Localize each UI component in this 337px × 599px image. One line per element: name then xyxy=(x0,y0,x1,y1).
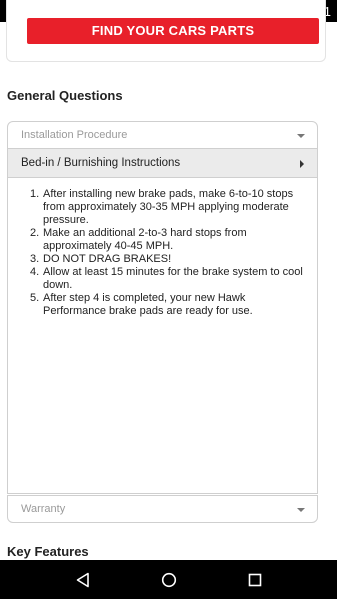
list-item: 2. Make an additional 2-to-3 hard stops f… xyxy=(8,227,305,253)
accordion-bedin-header[interactable]: Bed-in / Burnishing Instructions xyxy=(8,149,317,178)
list-item: 1. After installing new brake pads, make … xyxy=(8,188,305,227)
general-questions-heading: General Questions xyxy=(7,88,123,103)
home-icon[interactable] xyxy=(161,572,177,588)
find-parts-button[interactable]: FIND YOUR CARS PARTS xyxy=(27,18,319,44)
system-nav-bar xyxy=(0,560,337,599)
step-number: 4. xyxy=(30,266,40,278)
step-text: After step 4 is completed, your new Hawk… xyxy=(43,292,253,317)
accordion-installation-procedure[interactable]: Installation Procedure xyxy=(7,121,318,149)
step-text: Allow at least 15 minutes for the brake … xyxy=(43,266,303,291)
recents-icon[interactable] xyxy=(248,573,262,587)
chevron-down-icon xyxy=(297,134,305,138)
accordion-label: Installation Procedure xyxy=(21,129,128,141)
parts-finder-card: FIND YOUR CARS PARTS xyxy=(6,0,326,62)
step-number: 2. xyxy=(30,227,40,239)
accordion-label: Bed-in / Burnishing Instructions xyxy=(21,157,181,169)
chevron-right-icon xyxy=(300,160,304,168)
accordion-warranty[interactable]: Warranty xyxy=(7,495,318,523)
step-text: Make an additional 2-to-3 hard stops fro… xyxy=(43,227,247,252)
accordion-label: Warranty xyxy=(21,503,66,515)
step-text: After installing new brake pads, make 6-… xyxy=(43,188,294,226)
key-features-heading: Key Features xyxy=(7,544,89,559)
step-number: 3. xyxy=(30,253,40,265)
step-number: 5. xyxy=(30,292,40,304)
list-item: 3. DO NOT DRAG BRAKES! xyxy=(8,253,305,266)
list-item: 5. After step 4 is completed, your new Ha… xyxy=(8,292,305,318)
back-icon[interactable] xyxy=(75,572,91,588)
accordion-bedin-panel: Bed-in / Burnishing Instructions 1. After… xyxy=(7,149,318,494)
list-item: 4. Allow at least 15 minutes for the brak… xyxy=(8,266,305,292)
bedin-steps-list: 1. After installing new brake pads, make … xyxy=(8,188,317,318)
step-number: 1. xyxy=(30,188,40,200)
step-text: DO NOT DRAG BRAKES! xyxy=(43,253,172,265)
chevron-down-icon xyxy=(297,508,305,512)
